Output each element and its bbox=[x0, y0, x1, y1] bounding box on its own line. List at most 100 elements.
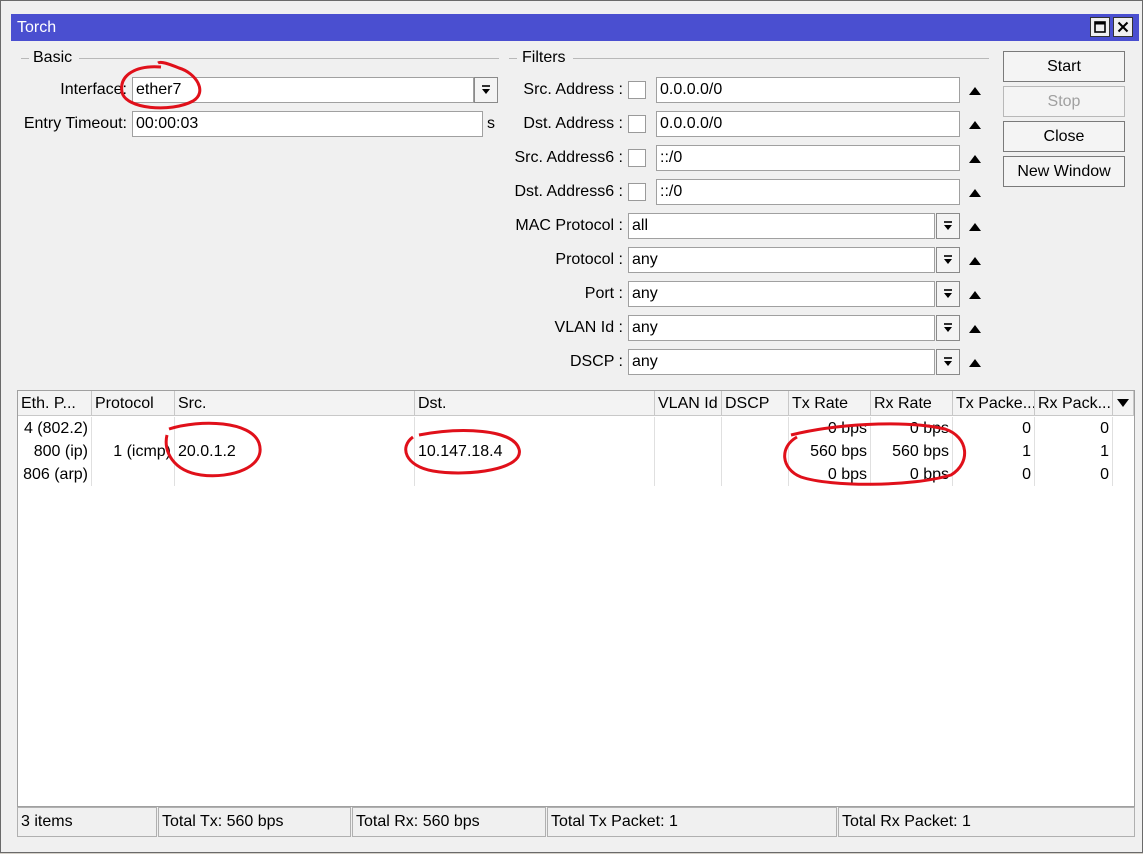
dscp-collapse-icon[interactable] bbox=[968, 357, 982, 369]
filters-group-label: Filters bbox=[522, 49, 566, 66]
src-address6-collapse-icon[interactable] bbox=[968, 153, 982, 165]
dscp-dropdown-icon[interactable] bbox=[936, 349, 960, 375]
column-header-dscp[interactable]: DSCP bbox=[722, 391, 789, 416]
protocol-field[interactable]: any bbox=[628, 247, 935, 273]
cell-vlan-id bbox=[655, 463, 722, 486]
cell-eth-protocol: 800 (ip) bbox=[18, 440, 92, 463]
cell-protocol bbox=[92, 463, 175, 486]
port-label: Port : bbox=[584, 285, 623, 302]
interface-field[interactable]: ether7 bbox=[132, 77, 474, 103]
cell-protocol bbox=[92, 417, 175, 440]
src-address-field[interactable]: 0.0.0.0/0 bbox=[656, 77, 960, 103]
column-header-dst[interactable]: Dst. bbox=[415, 391, 655, 416]
basic-group-label: Basic bbox=[33, 49, 73, 66]
cell-src bbox=[175, 417, 415, 440]
status-item-count: 3 items bbox=[17, 807, 157, 837]
basic-group-divider-left bbox=[21, 58, 29, 59]
column-header-tx-packets[interactable]: Tx Packe... bbox=[953, 391, 1035, 416]
cell-tx-rate: 0 bps bbox=[789, 463, 871, 486]
cell-tx-rate: 0 bps bbox=[789, 417, 871, 440]
dst-address6-collapse-icon[interactable] bbox=[968, 187, 982, 199]
src-address-label: Src. Address : bbox=[523, 81, 623, 98]
src-address6-field[interactable]: ::/0 bbox=[656, 145, 960, 171]
cell-rx-rate: 0 bps bbox=[871, 417, 953, 440]
protocol-collapse-icon[interactable] bbox=[968, 255, 982, 267]
port-collapse-icon[interactable] bbox=[968, 289, 982, 301]
column-header-rx-packets[interactable]: Rx Pack... bbox=[1035, 391, 1113, 416]
cell-eth-protocol: 4 (802.2) bbox=[18, 417, 92, 440]
cell-tx-packets: 1 bbox=[953, 440, 1035, 463]
protocol-dropdown-icon[interactable] bbox=[936, 247, 960, 273]
entry-timeout-label: Entry Timeout: bbox=[23, 115, 127, 132]
cell-rx-rate: 560 bps bbox=[871, 440, 953, 463]
status-total-tx-packet: Total Tx Packet: 1 bbox=[547, 807, 837, 837]
cell-dst bbox=[415, 463, 655, 486]
protocol-label: Protocol : bbox=[555, 251, 623, 268]
mac-protocol-label: MAC Protocol : bbox=[515, 217, 623, 234]
basic-group-divider bbox=[79, 58, 499, 59]
filters-group-divider-left bbox=[509, 58, 517, 59]
stop-button[interactable]: Stop bbox=[1003, 86, 1125, 117]
dst-address6-label: Dst. Address6 : bbox=[514, 183, 624, 200]
cell-tx-rate: 560 bps bbox=[789, 440, 871, 463]
mac-protocol-dropdown-icon[interactable] bbox=[936, 213, 960, 239]
new-window-button[interactable]: New Window bbox=[1003, 156, 1125, 187]
port-field[interactable]: any bbox=[628, 281, 935, 307]
vlan-id-collapse-icon[interactable] bbox=[968, 323, 982, 335]
column-header-rx-rate[interactable]: Rx Rate bbox=[871, 391, 953, 416]
column-header-eth-protocol[interactable]: Eth. P... bbox=[18, 391, 92, 416]
column-header-tx-rate[interactable]: Tx Rate bbox=[789, 391, 871, 416]
dst-address-label: Dst. Address : bbox=[523, 115, 623, 132]
status-total-tx: Total Tx: 560 bps bbox=[158, 807, 351, 837]
cell-dscp bbox=[722, 417, 789, 440]
cell-rx-packets: 0 bbox=[1035, 463, 1113, 486]
column-header-vlan-id[interactable]: VLAN Id bbox=[655, 391, 722, 416]
torch-window: Torch Basic Interface: ether7 Entry Time… bbox=[0, 0, 1143, 853]
cell-tx-packets: 0 bbox=[953, 463, 1035, 486]
cell-rx-packets: 0 bbox=[1035, 417, 1113, 440]
status-total-rx: Total Rx: 560 bps bbox=[352, 807, 546, 837]
window-title: Torch bbox=[11, 14, 1139, 41]
dscp-label: DSCP : bbox=[569, 353, 623, 370]
src-address-negate-checkbox[interactable] bbox=[628, 81, 646, 99]
cell-tx-packets: 0 bbox=[953, 417, 1035, 440]
dst-address-field[interactable]: 0.0.0.0/0 bbox=[656, 111, 960, 137]
cell-src: 20.0.1.2 bbox=[175, 440, 415, 463]
column-header-protocol[interactable]: Protocol bbox=[92, 391, 175, 416]
src-address-collapse-icon[interactable] bbox=[968, 85, 982, 97]
start-button[interactable]: Start bbox=[1003, 51, 1125, 82]
mac-protocol-collapse-icon[interactable] bbox=[968, 221, 982, 233]
maximize-icon[interactable] bbox=[1090, 17, 1110, 37]
cell-protocol: 1 (icmp) bbox=[92, 440, 175, 463]
dst-address6-negate-checkbox[interactable] bbox=[628, 183, 646, 201]
column-header-src[interactable]: Src. bbox=[175, 391, 415, 416]
dscp-field[interactable]: any bbox=[628, 349, 935, 375]
cell-dscp bbox=[722, 440, 789, 463]
interface-label: Interface: bbox=[60, 81, 127, 98]
cell-vlan-id bbox=[655, 440, 722, 463]
torch-table: Eth. P... Protocol Src. Dst. VLAN Id DSC… bbox=[17, 390, 1135, 807]
src-address6-negate-checkbox[interactable] bbox=[628, 149, 646, 167]
port-dropdown-icon[interactable] bbox=[936, 281, 960, 307]
cell-dscp bbox=[722, 463, 789, 486]
cell-eth-protocol: 806 (arp) bbox=[18, 463, 92, 486]
close-icon[interactable] bbox=[1113, 17, 1133, 37]
vlan-id-dropdown-icon[interactable] bbox=[936, 315, 960, 341]
cell-dst bbox=[415, 417, 655, 440]
close-button[interactable]: Close bbox=[1003, 121, 1125, 152]
src-address6-label: Src. Address6 : bbox=[514, 149, 624, 166]
dst-address-negate-checkbox[interactable] bbox=[628, 115, 646, 133]
column-menu-icon[interactable] bbox=[1113, 391, 1134, 416]
entry-timeout-field[interactable]: 00:00:03 bbox=[132, 111, 483, 137]
dst-address-collapse-icon[interactable] bbox=[968, 119, 982, 131]
status-total-rx-packet: Total Rx Packet: 1 bbox=[838, 807, 1135, 837]
cell-src bbox=[175, 463, 415, 486]
dst-address6-field[interactable]: ::/0 bbox=[656, 179, 960, 205]
cell-vlan-id bbox=[655, 417, 722, 440]
cell-rx-packets: 1 bbox=[1035, 440, 1113, 463]
vlan-id-field[interactable]: any bbox=[628, 315, 935, 341]
mac-protocol-field[interactable]: all bbox=[628, 213, 935, 239]
cell-rx-rate: 0 bps bbox=[871, 463, 953, 486]
filters-group-divider bbox=[573, 58, 989, 59]
status-bar: 3 items Total Tx: 560 bps Total Rx: 560 … bbox=[17, 807, 1135, 837]
